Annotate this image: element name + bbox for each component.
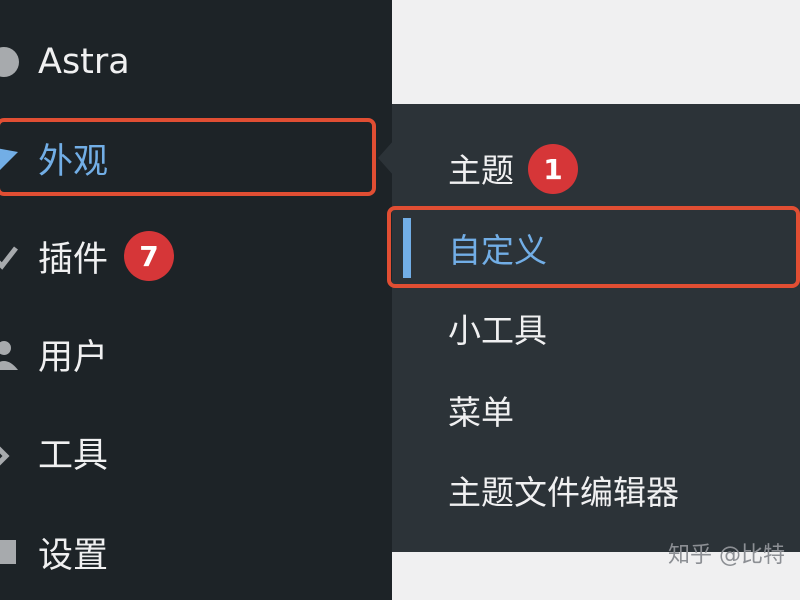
submenu-item-label: 小工具 xyxy=(448,311,547,350)
sidebar-item-label: 工具 xyxy=(38,435,109,476)
admin-sidebar: Astra 外观 插件 7 用户 工具 设置 xyxy=(0,0,392,600)
submenu-item-menus[interactable]: 菜单 xyxy=(448,380,514,440)
users-icon xyxy=(0,336,22,372)
submenu-item-label: 主题文件编辑器 xyxy=(448,473,679,512)
plugins-icon xyxy=(0,238,22,274)
astra-icon xyxy=(0,44,22,80)
sidebar-item-label: 用户 xyxy=(38,337,109,378)
tools-icon xyxy=(0,434,22,470)
plugins-update-badge: 7 xyxy=(124,231,174,281)
themes-update-badge: 1 xyxy=(528,144,578,194)
sidebar-item-label: Astra xyxy=(38,42,130,82)
watermark-text: 知乎 @比特 xyxy=(668,543,785,568)
appearance-highlight-box xyxy=(0,118,376,196)
submenu-item-label: 菜单 xyxy=(448,393,514,432)
sidebar-item-settings[interactable]: 设置 xyxy=(0,522,392,582)
submenu-item-theme-file-editor[interactable]: 主题文件编辑器 xyxy=(448,460,679,520)
settings-icon xyxy=(0,534,22,570)
sidebar-item-plugins[interactable]: 插件 7 xyxy=(0,226,392,286)
sidebar-item-users[interactable]: 用户 xyxy=(0,324,392,384)
sidebar-item-astra[interactable]: Astra xyxy=(0,32,392,92)
submenu-item-themes[interactable]: 主题 xyxy=(448,138,514,198)
submenu-item-label: 主题 xyxy=(448,151,514,190)
customize-highlight-box xyxy=(387,206,800,288)
sidebar-item-label: 插件 xyxy=(38,239,109,280)
submenu-item-widgets[interactable]: 小工具 xyxy=(448,298,547,358)
sidebar-item-tools[interactable]: 工具 xyxy=(0,422,392,482)
sidebar-item-label: 设置 xyxy=(38,535,109,576)
